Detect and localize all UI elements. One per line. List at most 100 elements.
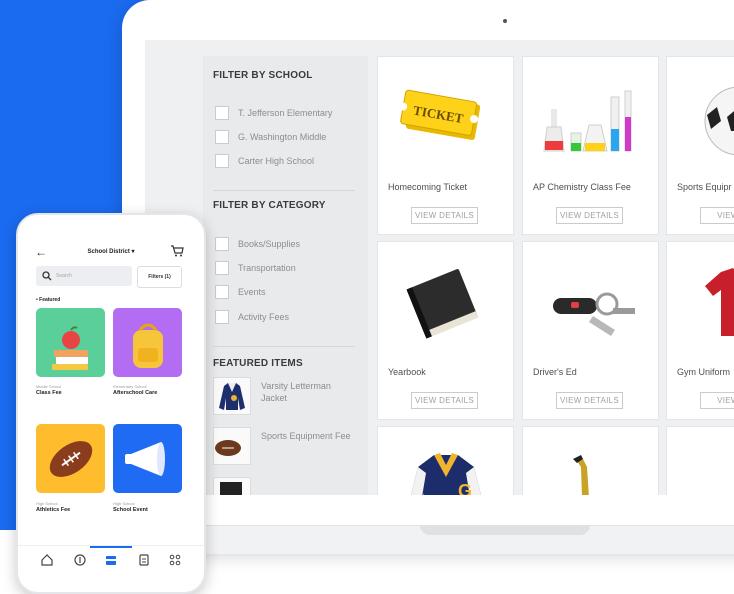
- saxophone-image: [533, 437, 648, 495]
- phone-search-input[interactable]: Search: [36, 266, 132, 286]
- checkbox[interactable]: [215, 130, 229, 144]
- product-card-yearbook[interactable]: Yearbook VIEW DETAILS: [377, 241, 514, 420]
- product-card-gym-uniform[interactable]: Gym Uniform VIEW DI: [666, 241, 734, 420]
- tile-subtitle: High School: [113, 501, 135, 506]
- checkbox[interactable]: [215, 310, 229, 324]
- laptop-screen: FILTER BY SCHOOL T. Jefferson Elementary…: [145, 40, 734, 495]
- product-title: Driver's Ed: [533, 367, 577, 377]
- ticket-image: TICKET: [388, 67, 503, 167]
- filter-category-label: Books/Supplies: [238, 239, 301, 249]
- product-title: Gym Uniform: [677, 367, 731, 377]
- product-title: AP Chemistry Class Fee: [533, 182, 631, 192]
- filter-school-jefferson[interactable]: T. Jefferson Elementary: [215, 106, 332, 120]
- product-card-homecoming[interactable]: TICKET Homecoming Ticket VIEW DETAILS: [377, 56, 514, 235]
- filter-category-label: Transportation: [238, 263, 296, 273]
- filter-sidebar: FILTER BY SCHOOL T. Jefferson Elementary…: [203, 56, 368, 495]
- filter-school-label: Carter High School: [238, 156, 315, 166]
- jacket-thumbnail: [213, 377, 251, 415]
- filter-category-transportation[interactable]: Transportation: [215, 261, 296, 275]
- phone-header: ← School District ▾: [18, 245, 204, 261]
- football-thumbnail: [213, 427, 251, 465]
- tile-subtitle: Middle School: [36, 384, 62, 389]
- filter-school-label: T. Jefferson Elementary: [238, 108, 333, 118]
- tile-subtitle: Elementary School: [113, 384, 147, 389]
- filter-school-heading: FILTER BY SCHOOL: [213, 70, 313, 81]
- product-title: Yearbook: [388, 367, 426, 377]
- product-card-chemistry[interactable]: AP Chemistry Class Fee VIEW DETAILS: [522, 56, 659, 235]
- checkbox[interactable]: [215, 285, 229, 299]
- featured-item-jacket[interactable]: Varsity Letterman Jacket: [213, 377, 363, 415]
- divider: [213, 346, 355, 347]
- checkbox[interactable]: [215, 154, 229, 168]
- view-details-button[interactable]: VIEW DETAILS: [556, 392, 623, 409]
- search-placeholder: Search: [56, 273, 72, 279]
- megaphone-icon: [125, 442, 165, 476]
- red-shirt-image: [677, 252, 734, 352]
- product-title: Homecoming Ticket: [388, 182, 468, 192]
- cart-icon[interactable]: [170, 244, 184, 258]
- product-card-drivers-ed[interactable]: Driver's Ed VIEW DETAILS: [522, 241, 659, 420]
- filter-category-events[interactable]: Events: [215, 285, 266, 299]
- view-details-button[interactable]: VIEW DI: [700, 207, 734, 224]
- product-title: Sports Equipr: [677, 182, 732, 192]
- tile-subtitle: High School: [36, 501, 58, 506]
- tile-class-fee[interactable]: [36, 308, 105, 377]
- featured-item-partial[interactable]: [213, 477, 363, 495]
- tile-athletics[interactable]: [36, 424, 105, 493]
- search-icon: [42, 271, 52, 281]
- product-card-sports[interactable]: Sports Equipr VIEW DI: [666, 56, 734, 235]
- tile-name: Athletics Fee: [36, 507, 71, 513]
- featured-label: • Featured: [36, 297, 61, 303]
- view-details-button[interactable]: VIEW DETAILS: [411, 207, 478, 224]
- product-card-letterman[interactable]: G: [377, 426, 514, 495]
- letter-g-glyph: G: [458, 481, 472, 495]
- featured-item-sports[interactable]: Sports Equipment Fee: [213, 427, 363, 465]
- chemistry-image: [533, 67, 648, 167]
- filter-category-label: Activity Fees: [238, 312, 290, 322]
- tile-name: School Event: [113, 507, 148, 513]
- filter-category-label: Events: [238, 287, 266, 297]
- featured-item-label: Varsity Letterman Jacket: [261, 381, 331, 403]
- money-icon[interactable]: [73, 553, 87, 567]
- apple-books-icon: [52, 326, 88, 370]
- tile-name: Class Fee: [36, 390, 62, 396]
- filter-school-carter[interactable]: Carter High School: [215, 154, 314, 168]
- document-icon[interactable]: [137, 553, 151, 567]
- book-thumbnail: [213, 477, 251, 495]
- view-details-button[interactable]: VIEW DETAILS: [556, 207, 623, 224]
- grid-icon[interactable]: [168, 553, 182, 567]
- filter-category-activity[interactable]: Activity Fees: [215, 310, 289, 324]
- tile-afterschool[interactable]: [113, 308, 182, 377]
- checkbox[interactable]: [215, 106, 229, 120]
- view-details-button[interactable]: VIEW DI: [700, 392, 734, 409]
- laptop-notch: [420, 525, 590, 535]
- camera-dot: [503, 19, 507, 23]
- filter-school-washington[interactable]: G. Washington Middle: [215, 130, 326, 144]
- backpack-icon: [133, 323, 163, 368]
- yearbook-image: [388, 252, 503, 352]
- phone-filter-button[interactable]: Filters (1): [137, 266, 182, 288]
- phone-tab-bar: [18, 545, 204, 576]
- checkbox[interactable]: [215, 261, 229, 275]
- soccer-ball-image: [677, 67, 734, 167]
- car-keys-image: [533, 252, 648, 352]
- home-icon[interactable]: [40, 553, 54, 567]
- filter-category-heading: FILTER BY CATEGORY: [213, 200, 326, 211]
- product-card-saxophone[interactable]: [522, 426, 659, 495]
- checkbox[interactable]: [215, 237, 229, 251]
- phone-mockup: ← School District ▾ Search Filters (1) •…: [16, 213, 206, 594]
- featured-items-heading: FEATURED ITEMS: [213, 358, 303, 369]
- product-card-admission[interactable]: [666, 426, 734, 495]
- tile-name: Afterschool Care: [113, 390, 158, 396]
- featured-item-label: Sports Equipment Fee: [261, 431, 351, 441]
- store-icon[interactable]: [104, 553, 118, 567]
- admission-ticket-image: [677, 437, 734, 495]
- filter-category-books[interactable]: Books/Supplies: [215, 237, 300, 251]
- tile-school-event[interactable]: [113, 424, 182, 493]
- letterman-jacket-image: G: [388, 437, 503, 495]
- active-tab-indicator: [90, 546, 132, 548]
- divider: [213, 190, 355, 191]
- view-details-button[interactable]: VIEW DETAILS: [411, 392, 478, 409]
- filter-school-label: G. Washington Middle: [238, 132, 327, 142]
- football-icon: [49, 441, 93, 477]
